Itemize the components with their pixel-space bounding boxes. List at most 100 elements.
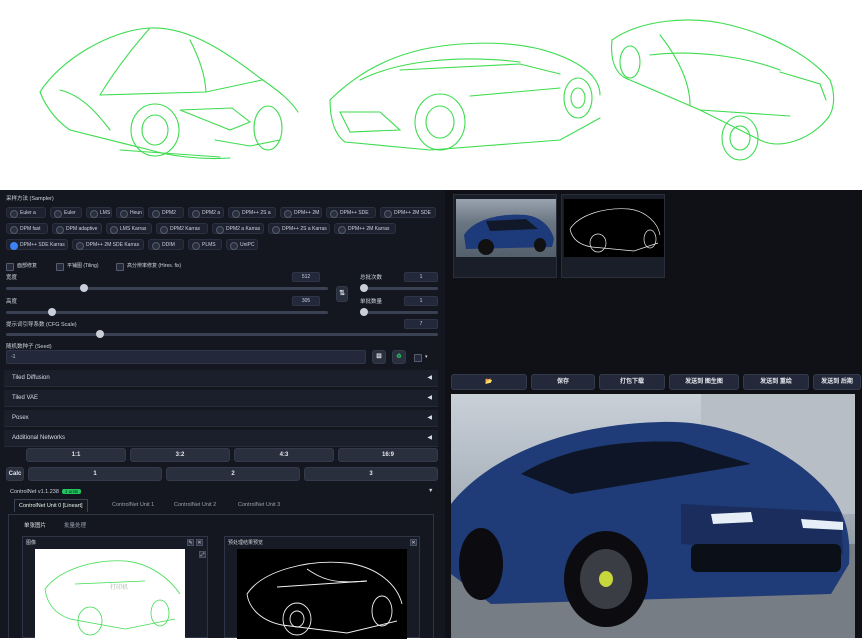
controlnet-unit-tab[interactable]: ControlNet Unit 0 [Lineart]: [14, 499, 88, 512]
tiling-checkbox[interactable]: 平铺图 (Tiling): [56, 261, 98, 271]
accordion-item[interactable]: Posex ◀: [4, 410, 438, 427]
batch-size-knob[interactable]: [360, 308, 368, 316]
accordion-toggle-icon[interactable]: ◀: [427, 410, 432, 427]
controlnet-unit-tab[interactable]: ControlNet Unit 1: [112, 502, 154, 508]
sampler-option[interactable]: Euler a: [6, 207, 46, 218]
sketch-watermark: 打印机: [110, 583, 128, 591]
accordion-label: Posex: [12, 415, 29, 421]
seed-input[interactable]: -1: [6, 350, 366, 364]
sampler-option[interactable]: DPM++ SDE: [326, 207, 376, 218]
sampler-option[interactable]: DPM2 Karras: [156, 223, 208, 234]
batch-size-input[interactable]: 1: [404, 296, 438, 306]
cfg-label: 提示词引导系数 (CFG Scale): [6, 322, 77, 328]
output-car-image[interactable]: [451, 394, 855, 638]
preview-panel-title: 预处理结果预览: [228, 540, 264, 546]
sampler-option[interactable]: DPM++ 2M Karras: [334, 223, 396, 234]
sampler-option[interactable]: DPM++ 2M SDE: [380, 207, 436, 218]
width-input[interactable]: 512: [292, 272, 320, 282]
sampler-option[interactable]: DPM++ 2M: [280, 207, 322, 218]
close-icon[interactable]: ✕: [196, 539, 203, 546]
sampler-option[interactable]: DPM2: [148, 207, 184, 218]
height-label: 高度: [6, 299, 18, 305]
accordion-item[interactable]: Tiled VAE ◀: [4, 390, 438, 407]
sampler-option[interactable]: DPM++ SDE Karras: [6, 239, 68, 250]
cfg-slider[interactable]: [6, 330, 438, 338]
width-label: 宽度: [6, 275, 18, 281]
ratio-button[interactable]: 1:1: [26, 448, 126, 462]
controlnet-image-panel[interactable]: 图像 ✎ ✕ 打印机 ⤢: [22, 536, 208, 639]
side-tool-icon[interactable]: ⤢: [199, 551, 206, 558]
ratio-button[interactable]: 16:9: [338, 448, 438, 462]
output-action-button[interactable]: 发送到 后期: [813, 374, 861, 390]
sampler-option[interactable]: UniPC: [226, 239, 258, 250]
accordion-toggle-icon[interactable]: ◀: [427, 390, 432, 407]
controlnet-collapse-icon[interactable]: ▼: [428, 488, 433, 494]
batch-count-label: 总批次数: [360, 275, 383, 281]
controlnet-unit-tab[interactable]: ControlNet Unit 2: [174, 502, 216, 508]
sampler-option[interactable]: DPM fast: [6, 223, 48, 234]
cfg-input[interactable]: 7: [404, 319, 438, 329]
sampler-option[interactable]: DPM++ 2S a Karras: [268, 223, 330, 234]
hires-checkbox[interactable]: 高分辨率修复 (Hires. fix): [116, 261, 181, 271]
scale-button[interactable]: 1: [28, 467, 162, 481]
batch-count-slider[interactable]: [360, 284, 438, 292]
width-slider-knob[interactable]: [80, 284, 88, 292]
preview-lineart-image: [237, 549, 407, 639]
input-sketch-svg: 打印机: [44, 560, 181, 636]
accordion-item[interactable]: Additional Networks ◀: [4, 430, 438, 447]
accordion-label: Tiled Diffusion: [12, 375, 50, 381]
gallery-thumb-2[interactable]: [561, 194, 665, 278]
sampler-option[interactable]: DPM adaptive: [52, 223, 102, 234]
batch-count-input[interactable]: 1: [404, 272, 438, 282]
ratio-button[interactable]: 4:3: [234, 448, 334, 462]
car-sketch-3: [611, 19, 835, 161]
accordion-item[interactable]: Tiled Diffusion ◀: [4, 370, 438, 387]
calc-button[interactable]: Calc: [6, 467, 24, 481]
sampler-option[interactable]: LMS: [86, 207, 112, 218]
dice-icon[interactable]: ⚄: [372, 350, 386, 364]
scale-button[interactable]: 3: [304, 467, 438, 481]
height-slider[interactable]: [6, 308, 328, 316]
sampler-option[interactable]: PLMS: [188, 239, 222, 250]
scale-button[interactable]: 2: [166, 467, 300, 481]
output-action-button[interactable]: 打包下载: [599, 374, 665, 390]
sampler-option[interactable]: DPM2 a Karras: [212, 223, 264, 234]
face-restore-checkbox[interactable]: 面部修复: [6, 261, 37, 271]
controlnet-unit-tab[interactable]: ControlNet Unit 3: [238, 502, 280, 508]
width-slider[interactable]: [6, 284, 328, 292]
accordion-label: Tiled VAE: [12, 395, 39, 401]
sampler-option[interactable]: DPM2 a: [188, 207, 224, 218]
recycle-icon[interactable]: ♻: [392, 350, 406, 364]
output-action-button[interactable]: 📂: [451, 374, 527, 390]
batch-size-slider[interactable]: [360, 308, 438, 316]
accordion-toggle-icon[interactable]: ◀: [427, 370, 432, 387]
preview-close-icon[interactable]: ✕: [410, 539, 417, 546]
swap-dimensions-button[interactable]: ⇅: [336, 286, 348, 302]
height-slider-knob[interactable]: [48, 308, 56, 316]
accordion-toggle-icon[interactable]: ◀: [427, 430, 432, 447]
subtab-batch[interactable]: 批量处理: [64, 521, 86, 529]
sampler-option[interactable]: Euler: [50, 207, 82, 218]
sampler-option[interactable]: Heun: [116, 207, 144, 218]
output-action-button[interactable]: 保存: [531, 374, 595, 390]
output-action-button[interactable]: 发送到 重绘: [743, 374, 809, 390]
subtab-single[interactable]: 单张图片: [24, 521, 46, 529]
input-sketch-image: 打印机: [35, 549, 185, 639]
extra-seed-checkbox[interactable]: ▾: [414, 352, 436, 362]
car-sketch-1: [39, 27, 299, 160]
batch-count-knob[interactable]: [360, 284, 368, 292]
edit-icon[interactable]: ✎: [187, 539, 194, 546]
thumb-car-svg: [464, 214, 554, 255]
cfg-slider-knob[interactable]: [96, 330, 104, 338]
image-panel-title: 图像: [26, 540, 37, 546]
sampler-option[interactable]: DPM++ 2S a: [228, 207, 276, 218]
gallery-thumb-1[interactable]: [453, 194, 557, 278]
controlnet-title-text: ControlNet v1.1.238: [10, 489, 59, 495]
height-input[interactable]: 305: [292, 296, 320, 306]
thumb-lineart-svg: [569, 208, 661, 253]
output-action-button[interactable]: 发送到 图生图: [669, 374, 739, 390]
sampler-option[interactable]: DDIM: [148, 239, 184, 250]
sampler-option[interactable]: DPM++ 2M SDE Karras: [72, 239, 144, 250]
ratio-button[interactable]: 3:2: [130, 448, 230, 462]
sampler-option[interactable]: LMS Karras: [106, 223, 152, 234]
